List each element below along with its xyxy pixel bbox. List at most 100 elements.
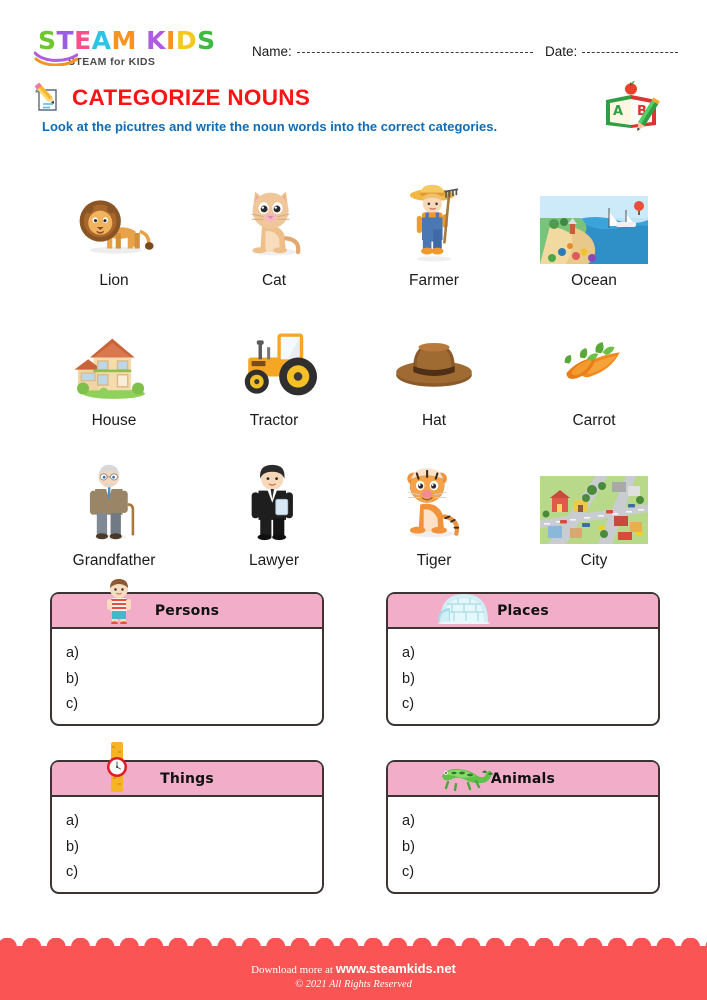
logo-letter: I xyxy=(166,26,176,55)
category-boxes: Persons a) b) c) Places a) b) c) Things … xyxy=(50,579,660,928)
answer-line[interactable]: b) xyxy=(402,671,658,687)
picture-row: Lion Cat Farmer Ocean xyxy=(34,150,674,290)
cat-icon xyxy=(251,191,301,256)
picture-illustration xyxy=(391,316,477,404)
picture-item: House xyxy=(34,290,194,430)
name-input-rule[interactable] xyxy=(296,52,533,53)
picture-label: City xyxy=(580,552,608,569)
picture-label: Ocean xyxy=(571,272,617,289)
category-box-things: Things a) b) c) xyxy=(50,742,324,894)
logo-letter: S xyxy=(38,26,57,55)
answer-line[interactable]: b) xyxy=(402,839,658,855)
abc-book-icon: A B xyxy=(606,80,660,131)
answer-line[interactable]: a) xyxy=(66,646,322,661)
footer-download-line: Download more at www.steamkids.net xyxy=(251,961,456,976)
picture-item: Farmer xyxy=(354,150,514,290)
answer-line[interactable]: c) xyxy=(66,697,322,712)
answer-line[interactable]: a) xyxy=(402,646,658,661)
picture-illustration xyxy=(391,456,477,544)
picture-item: Tiger xyxy=(354,430,514,570)
tractor-icon xyxy=(244,333,317,396)
picture-item: Hat xyxy=(354,290,514,430)
answer-line[interactable]: a) xyxy=(402,814,658,829)
category-header: Persons xyxy=(52,579,322,629)
worksheet-page: STEAM KIDS STEAM for KIDS Name: Date: A … xyxy=(0,0,707,1000)
footer-download-prefix: Download more at xyxy=(251,964,333,976)
category-row: Things a) b) c) Animals a) b) c) xyxy=(50,742,660,894)
picture-label: House xyxy=(91,412,137,429)
picture-illustration xyxy=(540,176,648,264)
date-input-rule[interactable] xyxy=(582,52,679,53)
category-title: Things xyxy=(160,770,214,787)
date-label: Date: xyxy=(545,44,578,59)
footer-band: Download more at www.steamkids.net © 202… xyxy=(0,951,707,1000)
watch-icon xyxy=(107,742,127,792)
picture-row: House Tractor Hat Carrot xyxy=(34,290,674,430)
title-row: CATEGORIZE NOUNS xyxy=(32,82,310,114)
category-answer-area[interactable]: a) b) c) xyxy=(52,797,322,880)
logo-tagline: STEAM for KIDS xyxy=(68,56,156,68)
answer-line[interactable]: b) xyxy=(66,671,322,687)
grandfather-icon xyxy=(89,464,135,540)
logo-letter: S xyxy=(197,26,216,55)
picture-illustration xyxy=(231,176,317,264)
logo-letter: M xyxy=(111,26,137,55)
date-field[interactable]: Date: xyxy=(545,44,679,59)
logo-letter: T xyxy=(56,26,75,55)
category-box-places: Places a) b) c) xyxy=(386,592,660,726)
pencil-paper-icon xyxy=(34,82,57,111)
instruction-text: Look at the picutres and write the noun … xyxy=(42,119,498,134)
category-title: Places xyxy=(497,602,549,619)
picture-item: City xyxy=(514,430,674,570)
answer-line[interactable]: a) xyxy=(66,814,322,829)
lion-icon xyxy=(79,200,154,254)
picture-item: Tractor xyxy=(194,290,354,430)
picture-illustration xyxy=(391,176,477,264)
footer-site-link[interactable]: www.steamkids.net xyxy=(336,961,456,976)
category-header: Animals xyxy=(388,762,658,797)
answer-line[interactable]: c) xyxy=(402,865,658,880)
picture-item: Cat xyxy=(194,150,354,290)
picture-row: Grandfather Lawyer Tiger City xyxy=(34,430,674,570)
picture-illustration xyxy=(71,176,157,264)
category-header: Places xyxy=(388,594,658,629)
category-answer-area[interactable]: a) b) c) xyxy=(52,629,322,712)
picture-label: Lawyer xyxy=(249,552,299,569)
category-header: Things xyxy=(52,742,322,797)
steam-kids-logo: STEAM KIDS STEAM for KIDS xyxy=(34,26,216,68)
boy-icon xyxy=(107,579,131,625)
svg-text:A: A xyxy=(613,104,623,119)
picture-label: Farmer xyxy=(409,272,459,289)
picture-label: Tractor xyxy=(249,412,299,429)
category-answer-area[interactable]: a) b) c) xyxy=(388,797,658,880)
picture-item: Ocean xyxy=(514,150,674,290)
answer-line[interactable]: c) xyxy=(66,865,322,880)
iguana-icon xyxy=(438,762,494,797)
category-box-animals: Animals a) b) c) xyxy=(386,760,660,894)
iguana-icon xyxy=(442,768,493,792)
picture-illustration xyxy=(71,316,157,404)
answer-line[interactable]: c) xyxy=(402,697,658,712)
picture-item: Carrot xyxy=(514,290,674,430)
logo-letter: A xyxy=(91,26,112,55)
picture-item: Lion xyxy=(34,150,194,290)
boy-icon xyxy=(102,578,136,629)
picture-item: Grandfather xyxy=(34,430,194,570)
answer-line[interactable]: b) xyxy=(66,839,322,855)
picture-grid: Lion Cat Farmer Ocean House Tractor Hat … xyxy=(34,150,674,570)
picture-illustration xyxy=(231,316,317,404)
category-answer-area[interactable]: a) b) c) xyxy=(388,629,658,712)
footer-copyright: © 2021 All Rights Reserved xyxy=(295,979,412,990)
page-title: CATEGORIZE NOUNS xyxy=(72,85,311,110)
picture-label: Cat xyxy=(261,272,287,289)
hat-icon xyxy=(396,342,472,387)
picture-label: Lion xyxy=(99,272,129,289)
picture-illustration xyxy=(231,456,317,544)
name-field[interactable]: Name: xyxy=(252,44,533,59)
city-icon xyxy=(540,476,648,544)
logo-letter: E xyxy=(74,26,92,55)
house-icon xyxy=(74,338,145,399)
picture-illustration xyxy=(540,456,648,544)
ocean-beach-icon xyxy=(540,196,648,264)
tiger-icon xyxy=(407,468,460,538)
